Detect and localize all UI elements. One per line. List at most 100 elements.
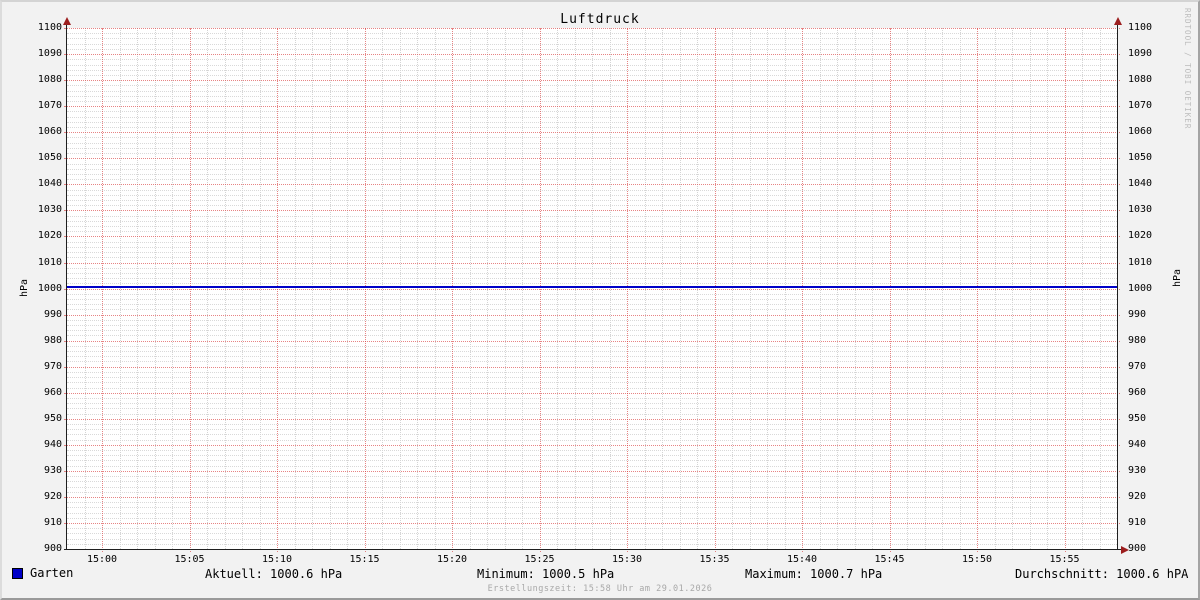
y-tick-label-right: 1020	[1128, 230, 1153, 242]
y-tick-label-right: 1060	[1128, 126, 1153, 138]
stat-maximum: Maximum: 1000.7 hPa	[745, 567, 883, 581]
gridline-major-h	[64, 444, 1120, 446]
gridline-major-h	[64, 496, 1120, 498]
series-label: Garten	[30, 566, 74, 580]
y-tick-label-right: 1100	[1128, 22, 1153, 33]
gridline-major-v	[539, 28, 541, 552]
stat-minimum: Minimum: 1000.5 hPa	[477, 567, 615, 581]
x-tick-label: 15:30	[611, 554, 643, 565]
gridline-major-h	[64, 184, 1120, 186]
graph-stage: Luftdruck hPa hPa RRDTOOL / TOBI OETIKER…	[2, 2, 1198, 598]
gridline-major-h	[64, 210, 1120, 212]
y-tick-label-left: 1090	[37, 48, 62, 59]
gridline-major-h	[64, 54, 1120, 56]
y-tick-label-left: 1050	[37, 152, 62, 164]
x-tick-label: 15:25	[524, 554, 555, 565]
x-tick-label: 15:20	[436, 554, 468, 565]
x-tick-label: 15:00	[86, 554, 118, 565]
y-tick-label-left: 980	[43, 334, 62, 346]
gridline-major-v	[102, 28, 103, 552]
y-tick-label-right: 1040	[1128, 178, 1153, 190]
y-tick-label-left: 900	[43, 543, 62, 554]
x-tick-label: 15:40	[786, 554, 818, 565]
rrdtool-watermark: RRDTOOL / TOBI OETIKER	[1183, 8, 1192, 130]
gridline-major-v	[1064, 28, 1066, 552]
y-tick-label-right: 980	[1128, 334, 1147, 346]
y-tick-label-left: 1010	[37, 256, 62, 268]
y-tick-label-left: 940	[43, 438, 62, 450]
x-tick-label: 15:10	[261, 554, 293, 565]
y-axis-arrow-left-icon	[63, 17, 71, 25]
gridline-major-h	[64, 418, 1120, 420]
y-tick-label-left: 930	[43, 464, 62, 476]
y-tick-label-right: 1090	[1128, 48, 1153, 59]
gridline-major-h	[64, 288, 1120, 290]
y-tick-label-left: 960	[43, 386, 62, 398]
y-tick-label-left: 1040	[37, 178, 62, 190]
x-tick-label: 15:55	[1049, 554, 1080, 565]
y-tick-label-right: 910	[1128, 517, 1147, 528]
y-tick-label-left: 1070	[37, 100, 62, 112]
series-swatch-icon	[12, 567, 23, 579]
y-tick-label-right: 1010	[1128, 256, 1153, 268]
gridline-major-h	[64, 392, 1120, 394]
y-axis-arrow-right-icon	[1114, 17, 1122, 25]
gridline-major-h	[64, 522, 1120, 524]
y-axis-line-left	[66, 24, 67, 550]
y-tick-label-right: 940	[1128, 438, 1147, 450]
gridline-major-h	[64, 236, 1120, 238]
y-tick-label-left: 1080	[37, 74, 62, 86]
gridline-major-v	[277, 28, 278, 552]
creation-timestamp: Erstellungszeit: 15:58 Uhr am 29.01.2026	[487, 584, 713, 594]
gridline-major-h	[64, 132, 1120, 134]
y-tick-label-left: 1060	[37, 126, 62, 138]
gridline-major-v	[452, 28, 453, 552]
chart-title: Luftdruck	[560, 12, 640, 27]
y-tick-label-right: 1030	[1128, 204, 1153, 216]
y-axis-unit-right: hPa	[1172, 268, 1183, 288]
gridline-major-h	[64, 106, 1120, 108]
gridline-major-v	[627, 28, 628, 552]
y-tick-label-right: 960	[1128, 386, 1147, 398]
gridline-major-v	[364, 28, 366, 552]
legend-key: Garten	[12, 566, 73, 580]
gridline-major-h	[64, 158, 1120, 160]
gridline-major-h	[64, 262, 1120, 264]
gridline-major-h	[64, 366, 1120, 368]
y-tick-label-left: 910	[43, 517, 62, 528]
x-tick-label: 15:05	[174, 554, 205, 565]
gridline-major-v	[189, 28, 191, 552]
y-tick-label-right: 1050	[1128, 152, 1153, 164]
gridline-major-v	[802, 28, 803, 552]
series-line-garten	[67, 285, 1117, 288]
x-tick-label: 15:50	[961, 554, 993, 565]
y-tick-label-left: 970	[43, 360, 62, 372]
y-tick-label-left: 1020	[37, 230, 62, 242]
x-tick-label: 15:45	[874, 554, 905, 565]
y-tick-label-right: 970	[1128, 360, 1147, 372]
y-axis-line-right	[1117, 24, 1118, 550]
y-tick-label-right: 900	[1128, 543, 1147, 554]
gridline-major-h	[64, 28, 1120, 29]
y-tick-label-left: 990	[43, 308, 62, 320]
y-tick-label-right: 1070	[1128, 100, 1153, 112]
gridline-major-v	[977, 28, 978, 552]
y-tick-label-left: 920	[43, 490, 62, 502]
y-tick-label-left: 1100	[37, 22, 62, 33]
y-tick-label-left: 1000	[37, 282, 62, 294]
gridline-major-h	[64, 80, 1120, 82]
y-tick-label-right: 930	[1128, 464, 1147, 476]
y-tick-label-right: 1000	[1128, 282, 1153, 294]
stat-aktuell: Aktuell: 1000.6 hPa	[205, 567, 343, 581]
gridline-major-v	[714, 28, 716, 552]
x-tick-label: 15:15	[349, 554, 380, 565]
y-tick-label-left: 1030	[37, 204, 62, 216]
stat-durchschnitt: Durchschnitt: 1000.6 hPA	[1015, 567, 1189, 581]
y-tick-label-right: 990	[1128, 308, 1147, 320]
y-tick-label-right: 950	[1128, 412, 1147, 424]
gridline-major-v	[889, 28, 891, 552]
plot-area	[64, 28, 1120, 552]
gridline-major-h	[64, 340, 1120, 342]
y-tick-label-left: 950	[43, 412, 62, 424]
gridline-major-h	[64, 314, 1120, 316]
